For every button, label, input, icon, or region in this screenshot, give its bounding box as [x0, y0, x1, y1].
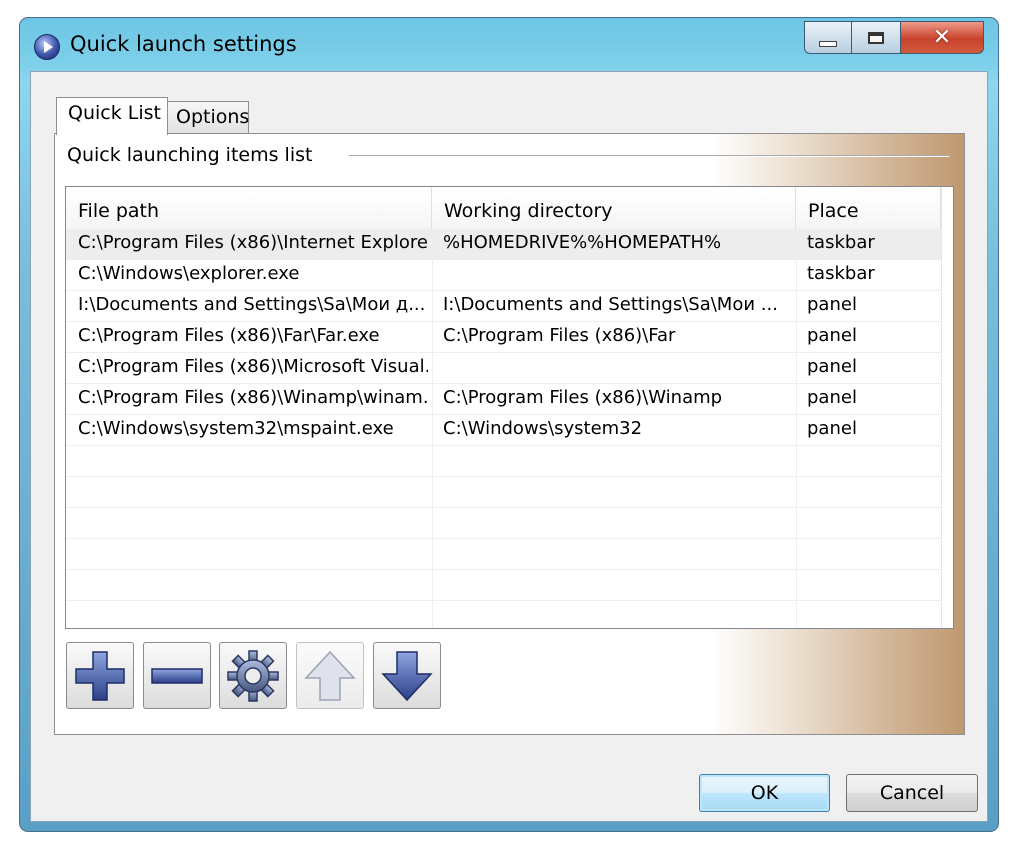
column-header-working-directory[interactable]: Working directory [432, 187, 796, 229]
cell-place: panel [807, 356, 857, 377]
edit-item-button[interactable] [219, 642, 287, 709]
table-row[interactable]: C:\Windows\explorer.exe taskbar [66, 260, 941, 291]
cell-file-path: C:\Program Files (x86)\Microsoft Visual.… [78, 356, 428, 377]
remove-item-button[interactable] [143, 642, 211, 709]
window-title: Quick launch settings [70, 32, 297, 56]
table-row[interactable]: I:\Documents and Settings\Sa\Мои д... I:… [66, 291, 941, 322]
section-divider [349, 155, 949, 157]
cell-file-path: C:\Windows\explorer.exe [78, 263, 300, 284]
cell-place: taskbar [807, 263, 875, 284]
empty-row [66, 570, 941, 601]
tab-options[interactable]: Options [168, 101, 249, 135]
empty-row [66, 477, 941, 508]
close-button[interactable]: ✕ [900, 21, 984, 54]
tab-quick-list[interactable]: Quick List [56, 97, 168, 135]
app-play-icon [34, 34, 60, 60]
quick-launch-list[interactable]: File path Working directory Place C:\Pro… [65, 186, 954, 629]
table-row[interactable]: C:\Windows\system32\mspaint.exe C:\Windo… [66, 415, 941, 446]
arrow-up-icon [304, 650, 356, 701]
minimize-icon [819, 40, 837, 47]
column-header-place[interactable]: Place [796, 187, 941, 229]
cell-place: taskbar [807, 232, 875, 253]
cell-file-path: C:\Program Files (x86)\Far\Far.exe [78, 325, 380, 346]
cell-file-path: C:\Program Files (x86)\Internet Explore.… [78, 232, 428, 253]
cell-working-directory: C:\Program Files (x86)\Far [443, 325, 676, 346]
move-down-button[interactable] [373, 642, 441, 709]
close-icon: ✕ [932, 25, 952, 50]
move-up-button[interactable] [296, 642, 364, 709]
arrow-down-icon [381, 650, 433, 701]
title-bar[interactable]: Quick launch settings ✕ [20, 18, 998, 70]
cell-working-directory: %HOMEDRIVE%%HOMEPATH% [443, 232, 722, 253]
quick-launch-settings-window: Quick launch settings ✕ Quick List Optio… [19, 17, 999, 832]
table-row[interactable]: C:\Program Files (x86)\Far\Far.exe C:\Pr… [66, 322, 941, 353]
cell-working-directory: I:\Documents and Settings\Sa\Мои ... [443, 294, 778, 315]
table-row[interactable]: C:\Program Files (x86)\Internet Explore.… [66, 229, 941, 260]
cell-file-path: C:\Windows\system32\mspaint.exe [78, 418, 394, 439]
maximize-icon [868, 31, 884, 44]
cancel-button[interactable]: Cancel [846, 774, 978, 812]
column-separator [796, 229, 797, 628]
empty-row [66, 446, 941, 477]
cell-file-path: I:\Documents and Settings\Sa\Мои д... [78, 294, 426, 315]
list-right-edge [941, 187, 953, 628]
maximize-button[interactable] [851, 21, 901, 54]
minus-icon [151, 667, 203, 684]
cell-working-directory: C:\Program Files (x86)\Winamp [443, 387, 723, 408]
add-item-button[interactable] [66, 642, 134, 709]
ok-button[interactable]: OK [699, 774, 830, 812]
cell-place: panel [807, 325, 857, 346]
empty-row [66, 601, 941, 628]
section-label: Quick launching items list [67, 144, 313, 166]
column-separator [432, 229, 433, 628]
cell-place: panel [807, 418, 857, 439]
cell-working-directory: C:\Windows\system32 [443, 418, 643, 439]
cell-file-path: C:\Program Files (x86)\Winamp\winam... [78, 387, 428, 408]
cell-place: panel [807, 387, 857, 408]
table-row[interactable]: C:\Program Files (x86)\Winamp\winam... C… [66, 384, 941, 415]
empty-row [66, 508, 941, 539]
empty-row [66, 539, 941, 570]
plus-icon [75, 650, 125, 701]
minimize-button[interactable] [804, 21, 852, 54]
column-header-file-path[interactable]: File path [66, 187, 432, 229]
cell-place: panel [807, 294, 857, 315]
gear-icon [227, 649, 279, 702]
tab-panel-quick-list: Quick launching items list File path Wor… [54, 133, 965, 735]
dialog-client-area: Quick List Options Quick launching items… [30, 71, 988, 822]
table-row[interactable]: C:\Program Files (x86)\Microsoft Visual.… [66, 353, 941, 384]
